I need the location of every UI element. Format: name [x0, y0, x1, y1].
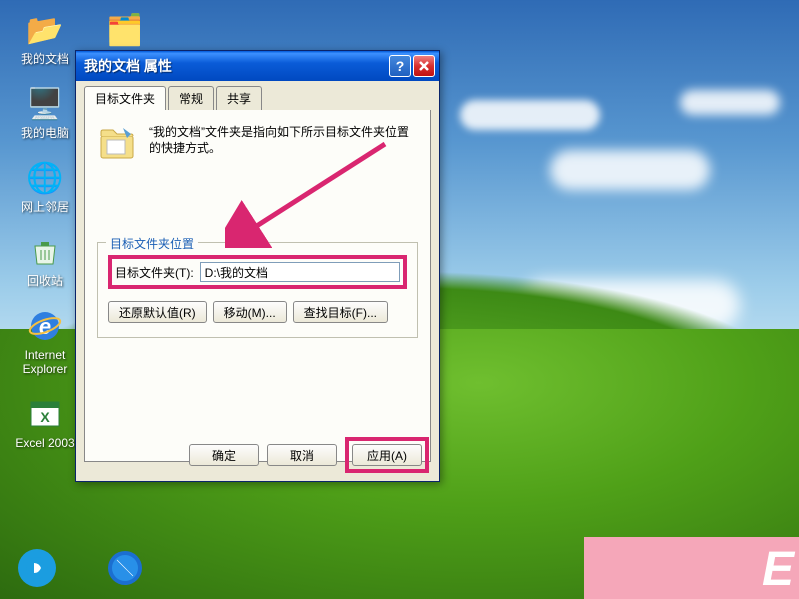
- desktop-icon-recycle[interactable]: 回收站: [10, 232, 80, 288]
- help-button[interactable]: ?: [389, 55, 411, 77]
- taskbar-icon-safari[interactable]: [106, 549, 144, 587]
- description-text: “我的文档”文件夹是指向如下所示目标文件夹位置的快捷方式。: [149, 124, 418, 164]
- watermark-text: E: [762, 542, 794, 597]
- watermark-overlay: E: [584, 537, 799, 599]
- cancel-button[interactable]: 取消: [267, 444, 337, 466]
- aux1-icon: 🗂️: [105, 10, 145, 50]
- excel-icon: X: [25, 394, 65, 434]
- tab-target-folder[interactable]: 目标文件夹: [84, 86, 166, 110]
- dialog-title: 我的文档 属性: [84, 56, 387, 76]
- restore-default-button[interactable]: 还原默认值(R): [108, 301, 207, 323]
- desktop-icon-my-computer[interactable]: 🖥️ 我的电脑: [10, 84, 80, 140]
- target-input[interactable]: [200, 262, 400, 282]
- my-computer-icon: 🖥️: [25, 84, 65, 124]
- tab-strip: 目标文件夹 常规 共享: [84, 86, 431, 111]
- find-target-button[interactable]: 查找目标(F)...: [293, 301, 388, 323]
- move-button[interactable]: 移动(M)...: [213, 301, 287, 323]
- taskbar-icon-pptv[interactable]: [18, 549, 56, 587]
- tab-sharing[interactable]: 共享: [216, 86, 262, 110]
- fieldset-legend: 目标文件夹位置: [106, 235, 198, 252]
- apply-button[interactable]: 应用(A): [352, 444, 422, 466]
- excel-label: Excel 2003: [10, 436, 80, 450]
- apply-highlight: 应用(A): [345, 437, 429, 473]
- close-button[interactable]: [413, 55, 435, 77]
- my-docs-icon: 📂: [25, 10, 65, 50]
- target-location-group: 目标文件夹位置 目标文件夹(T): 还原默认值(R) 移动(M)... 查找目标…: [97, 242, 418, 338]
- properties-dialog: 我的文档 属性 ? 目标文件夹 常规 共享 “我的文档”文件夹是指: [75, 50, 440, 482]
- desktop-icon-my-docs[interactable]: 📂 我的文档: [10, 10, 80, 66]
- desktop-icon-aux1[interactable]: 🗂️: [90, 10, 160, 52]
- tab-panel-target-folder: “我的文档”文件夹是指向如下所示目标文件夹位置的快捷方式。 目标文件夹位置 目标…: [84, 110, 431, 462]
- recycle-label: 回收站: [10, 274, 80, 288]
- recycle-icon: [25, 232, 65, 272]
- desktop-icon-network[interactable]: 🌐 网上邻居: [10, 158, 80, 214]
- desktop-icon-excel[interactable]: X Excel 2003: [10, 394, 80, 450]
- target-label: 目标文件夹(T):: [115, 264, 194, 281]
- target-highlight: 目标文件夹(T):: [108, 255, 407, 289]
- network-label: 网上邻居: [10, 200, 80, 214]
- folder-icon: [97, 124, 137, 164]
- titlebar[interactable]: 我的文档 属性 ?: [76, 51, 439, 81]
- ok-button[interactable]: 确定: [189, 444, 259, 466]
- desktop-icon-ie[interactable]: eInternet Explorer: [10, 306, 80, 376]
- svg-text:X: X: [40, 409, 50, 425]
- tab-general[interactable]: 常规: [168, 86, 214, 110]
- close-icon: [418, 60, 430, 72]
- my-docs-label: 我的文档: [10, 52, 80, 66]
- ie-icon: e: [25, 306, 65, 346]
- my-computer-label: 我的电脑: [10, 126, 80, 140]
- network-icon: 🌐: [25, 158, 65, 198]
- ie-label: Internet Explorer: [10, 348, 80, 376]
